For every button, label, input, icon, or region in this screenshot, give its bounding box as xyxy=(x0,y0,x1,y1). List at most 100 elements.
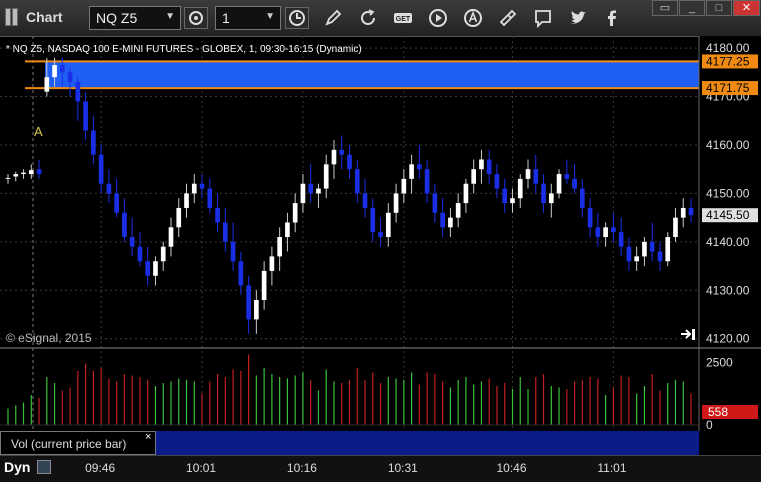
title-bar: Chart NQ Z5 ▼ 1 ▼ GET ▭ _ □ ✕ xyxy=(0,0,761,37)
last-price-label: 4145.50 xyxy=(706,208,750,222)
chart-title: * NQ Z5, NASDAQ 100 E-MINI FUTURES - GLO… xyxy=(6,44,362,55)
candle-body xyxy=(572,178,577,189)
candle-body xyxy=(417,164,422,170)
zone-price-label: 4177.25 xyxy=(706,54,750,68)
candle-body xyxy=(52,65,57,78)
candle-body xyxy=(184,193,189,208)
time-tick-label: 10:31 xyxy=(387,461,418,475)
candle-body xyxy=(385,212,391,238)
candle-body xyxy=(331,149,337,165)
candle-body xyxy=(424,169,430,194)
candle-body xyxy=(603,227,608,238)
scroll-to-end-icon[interactable] xyxy=(681,329,695,340)
candle-body xyxy=(91,130,96,155)
candle-body xyxy=(168,227,174,247)
candle-body xyxy=(215,207,220,223)
candle-body xyxy=(517,178,523,199)
candle-body xyxy=(300,183,306,204)
price-tick-label: 4160.00 xyxy=(706,138,750,152)
candle-body xyxy=(199,183,205,189)
candle-body xyxy=(409,164,414,179)
alert-icon[interactable] xyxy=(462,7,484,29)
annotation-label: A xyxy=(34,124,43,139)
chevron-down-icon: ▼ xyxy=(165,11,175,22)
maximize-button[interactable]: □ xyxy=(706,0,732,16)
price-tick-label: 4180.00 xyxy=(706,41,750,55)
candle-body xyxy=(36,169,42,175)
candle-body xyxy=(494,174,500,189)
clock-icon[interactable] xyxy=(285,7,309,29)
copyright-text: © eSignal, 2015 xyxy=(6,331,92,345)
candle-body xyxy=(5,177,11,179)
candle-body xyxy=(145,261,151,276)
zone-price-label: 4171.75 xyxy=(706,81,750,95)
candle-body xyxy=(548,193,554,204)
candle-body xyxy=(122,212,127,238)
candle-body xyxy=(626,246,632,262)
candle-body xyxy=(21,172,26,175)
price-tick-label: 4140.00 xyxy=(706,235,750,249)
candle-body xyxy=(60,65,65,73)
twitter-icon[interactable] xyxy=(567,7,589,29)
candle-body xyxy=(564,174,570,179)
candle-body xyxy=(13,174,19,177)
pencil-icon[interactable] xyxy=(322,7,344,29)
candle-body xyxy=(587,207,593,228)
candle-body xyxy=(595,227,601,238)
candle-body xyxy=(269,256,275,271)
candle-body xyxy=(448,217,453,228)
symbol-combobox[interactable]: NQ Z5 ▼ xyxy=(89,6,181,30)
volume-study-label[interactable]: Vol (current price bar) × xyxy=(0,431,156,455)
price-tick-label: 4120.00 xyxy=(706,332,750,346)
restore-button[interactable]: ▭ xyxy=(652,0,678,16)
time-tick-label: 09:46 xyxy=(85,461,116,475)
settings-gear-icon[interactable] xyxy=(184,7,208,29)
candle-body xyxy=(254,299,259,320)
facebook-icon[interactable] xyxy=(601,7,623,29)
candle-body xyxy=(160,246,166,262)
candle-body xyxy=(354,169,360,194)
candle-body xyxy=(230,241,236,262)
refresh-icon[interactable] xyxy=(357,7,379,29)
dynamic-mode-label[interactable]: Dyn xyxy=(4,459,30,475)
candle-body xyxy=(191,183,197,194)
candle-body xyxy=(207,188,213,208)
candle-body xyxy=(688,207,694,216)
minimize-button[interactable]: _ xyxy=(679,0,705,16)
price-zone xyxy=(45,61,699,89)
candle-body xyxy=(261,270,267,300)
candle-body xyxy=(556,174,562,194)
volume-label-text: Vol (current price bar) xyxy=(11,437,127,451)
link-icon[interactable] xyxy=(497,7,519,29)
candle-body xyxy=(618,232,624,247)
candle-body xyxy=(277,237,282,257)
get-icon[interactable]: GET xyxy=(392,7,414,29)
window-title: Chart xyxy=(26,9,63,25)
interval-combobox[interactable]: 1 ▼ xyxy=(215,6,281,30)
time-tick-label: 10:01 xyxy=(186,461,217,475)
candle-body xyxy=(486,159,492,175)
candle-body xyxy=(28,170,34,175)
candle-body xyxy=(75,82,81,102)
candle-body xyxy=(680,207,686,218)
candle-body xyxy=(525,169,531,179)
candle-body xyxy=(44,77,50,92)
close-icon[interactable]: × xyxy=(145,431,151,443)
candle-body xyxy=(339,149,345,155)
time-tick-label: 10:16 xyxy=(286,461,317,475)
interval-value: 1 xyxy=(222,10,230,26)
close-button[interactable]: ✕ xyxy=(733,0,760,16)
candle-body xyxy=(432,193,438,213)
lock-icon[interactable] xyxy=(37,460,51,474)
candle-body xyxy=(222,222,228,242)
time-tick-label: 11:01 xyxy=(597,461,627,475)
candle-body xyxy=(129,237,135,247)
symbol-value: NQ Z5 xyxy=(96,10,138,26)
play-icon[interactable] xyxy=(427,7,449,29)
comment-icon[interactable] xyxy=(532,7,554,29)
price-chart[interactable]: * NQ Z5, NASDAQ 100 E-MINI FUTURES - GLO… xyxy=(0,36,761,455)
candle-body xyxy=(106,183,112,194)
candle-body xyxy=(378,232,383,238)
candle-body xyxy=(455,203,461,218)
candle-body xyxy=(67,72,73,83)
